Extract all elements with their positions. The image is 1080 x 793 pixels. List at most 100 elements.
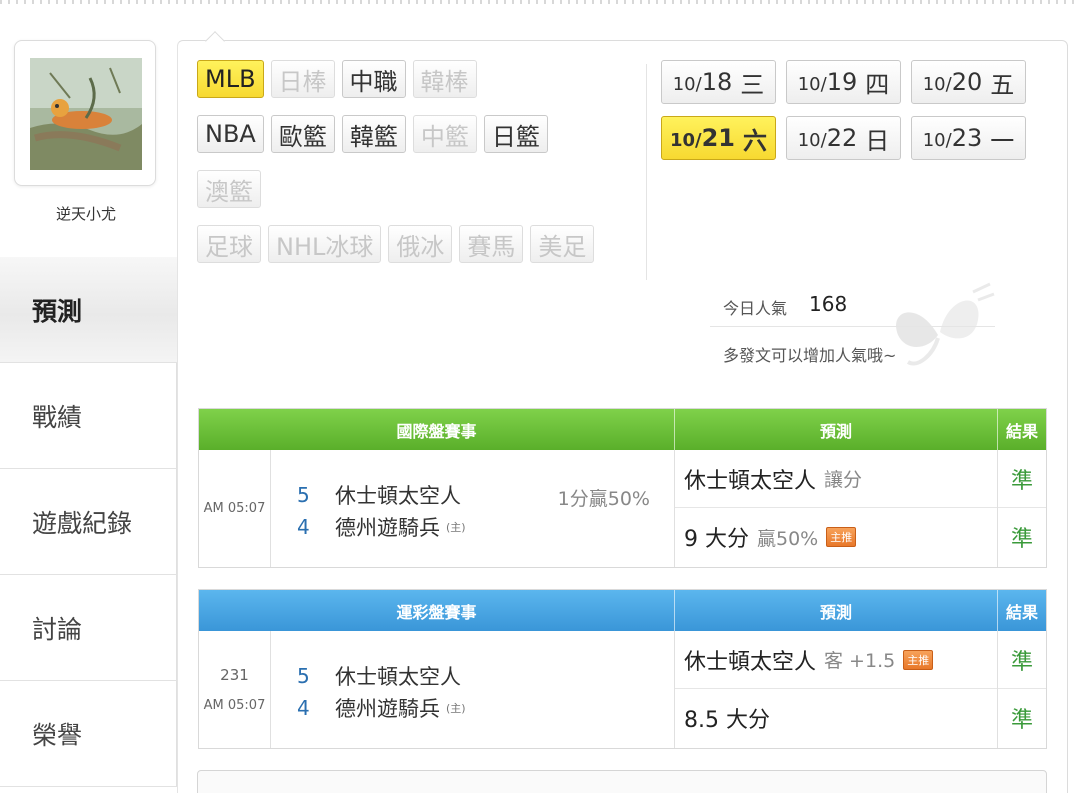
home-tag: (主) <box>446 702 466 715</box>
date-day: 22 <box>826 124 858 152</box>
popularity-value: 168 <box>809 292 848 316</box>
date-day: 18 <box>701 68 733 96</box>
popularity-divider <box>710 326 995 327</box>
featured-pick-badge: 主推 <box>903 649 934 670</box>
avatar[interactable] <box>14 40 156 186</box>
sidebar-item-record[interactable]: 戰績 <box>0 363 177 469</box>
league-china-basketball: 中籃 <box>412 115 477 153</box>
handicap-text: 1分贏50% <box>557 488 650 510</box>
date-weekday: 五 <box>990 70 1015 99</box>
league-nhl: NHL冰球 <box>268 225 382 263</box>
away-team[interactable]: 休士頓太空人 <box>335 480 461 510</box>
league-row-3: 澳籃 <box>197 170 647 210</box>
featured-pick-badge: 主推 <box>826 527 857 547</box>
league-mlb[interactable]: MLB <box>197 60 264 98</box>
away-team-line: 5 休士頓太空人 <box>297 480 461 510</box>
away-score: 5 <box>297 664 310 688</box>
home-team[interactable]: 德州遊騎兵 <box>335 512 440 542</box>
league-soccer: 足球 <box>197 225 261 263</box>
away-team[interactable]: 休士頓太空人 <box>335 661 461 691</box>
result-cell: 準 準 <box>998 631 1046 748</box>
prediction-main: 休士頓太空人 <box>684 468 817 494</box>
result-cell: 準 準 <box>998 450 1046 567</box>
date-weekday: 四 <box>865 70 890 99</box>
table-row: 231 AM 05:07 5 休士頓太空人 4 德州遊騎兵 (主) 休士頓太空人… <box>199 631 1046 748</box>
home-score: 4 <box>297 696 310 720</box>
date-button-1019[interactable]: 10/19 四 <box>786 60 901 104</box>
home-tag: (主) <box>446 521 466 534</box>
prediction-sub: 讓分 <box>824 469 863 491</box>
date-day: 23 <box>951 124 983 152</box>
league-kbo: 韓棒 <box>412 60 477 98</box>
date-row-1: 10/18 三 10/19 四 10/20 五 <box>661 60 1061 104</box>
date-month: 10/ <box>672 74 702 95</box>
result-value: 準 <box>1010 708 1033 733</box>
header-prediction: 預測 <box>675 590 998 631</box>
date-day: 20 <box>951 68 983 96</box>
home-team[interactable]: 德州遊騎兵 <box>335 693 440 723</box>
league-row-2: NBA 歐籃 韓籃 中籃 日籃 <box>197 115 647 155</box>
league-australia-basketball: 澳籃 <box>197 170 261 208</box>
sidebar-item-discussion[interactable]: 討論 <box>0 575 177 681</box>
date-selector: 10/18 三 10/19 四 10/20 五 10/21 六 10/22 日 … <box>661 60 1061 172</box>
filter-divider <box>646 64 647 280</box>
date-button-1021[interactable]: 10/21 六 <box>661 116 776 160</box>
header-prediction: 預測 <box>675 409 998 450</box>
prediction-item: 休士頓太空人 讓分 <box>675 450 997 508</box>
home-score: 4 <box>297 515 310 539</box>
date-month: 10/ <box>669 130 702 151</box>
sidebar-item-prediction[interactable]: 預測 <box>0 257 177 363</box>
league-row-4: 足球 NHL冰球 俄冰 賽馬 美足 <box>197 225 647 265</box>
prediction-item: 9 大分 贏50% 主推 <box>675 508 997 566</box>
league-euro-basketball[interactable]: 歐籃 <box>270 115 335 153</box>
home-team-line: 4 德州遊騎兵 (主) <box>297 512 466 542</box>
league-npb: 日棒 <box>270 60 335 98</box>
prediction-cell: 休士頓太空人 客 +1.5 主推 8.5 大分 <box>675 631 998 748</box>
date-button-1018[interactable]: 10/18 三 <box>661 60 776 104</box>
game-number: 231 <box>220 666 249 684</box>
result-value: 準 <box>998 450 1046 508</box>
prediction-item: 8.5 大分 <box>675 689 997 747</box>
header-result: 結果 <box>1005 602 1038 622</box>
header-game: 國際盤賽事 <box>199 409 675 450</box>
away-team-line: 5 休士頓太空人 <box>297 661 461 691</box>
teams-cell: 5 休士頓太空人 4 德州遊騎兵 (主) 1分贏50% <box>271 450 675 567</box>
date-weekday: 三 <box>740 70 765 99</box>
date-button-1023[interactable]: 10/23 一 <box>911 116 1026 160</box>
header-game: 運彩盤賽事 <box>199 590 675 631</box>
league-korea-basketball[interactable]: 韓籃 <box>341 115 406 153</box>
home-team-line: 4 德州遊騎兵 (主) <box>297 693 466 723</box>
result-value: 準 <box>998 631 1046 689</box>
date-day: 19 <box>826 68 858 96</box>
date-button-1020[interactable]: 10/20 五 <box>911 60 1026 104</box>
league-cpbl[interactable]: 中職 <box>341 60 406 98</box>
game-time-cell: 231 AM 05:07 <box>199 631 271 748</box>
date-month: 10/ <box>922 74 952 95</box>
league-japan-basketball[interactable]: 日籃 <box>483 115 548 153</box>
league-nba[interactable]: NBA <box>197 115 264 153</box>
date-month: 10/ <box>922 130 952 151</box>
international-odds-table: 國際盤賽事 預測 結果 AM 05:07 5 休士頓太空人 4 德州遊騎兵 (主… <box>198 408 1047 568</box>
date-day: 21 <box>701 124 736 152</box>
prediction-cell: 休士頓太空人 讓分 9 大分 贏50% 主推 <box>675 450 998 567</box>
date-month: 10/ <box>797 74 827 95</box>
date-row-2: 10/21 六 10/22 日 10/23 一 <box>661 116 1061 160</box>
popularity-hint: 多發文可以增加人氣哦~ <box>723 346 897 365</box>
user-name[interactable]: 逆天小尤 <box>0 203 172 224</box>
date-weekday: 六 <box>743 126 768 155</box>
top-dotted-border <box>0 0 1080 4</box>
league-filter: MLB 日棒 中職 韓棒 NBA 歐籃 韓籃 中籃 日籃 澳籃 足球 NHL冰球… <box>197 60 647 280</box>
result-value: 準 <box>1010 527 1033 552</box>
prediction-sub: 客 +1.5 <box>824 650 896 672</box>
table-header: 國際盤賽事 預測 結果 <box>199 409 1046 450</box>
table-row: AM 05:07 5 休士頓太空人 4 德州遊騎兵 (主) 1分贏50% 休士頓… <box>199 450 1046 567</box>
date-month: 10/ <box>797 130 827 151</box>
sidebar-item-game-log[interactable]: 遊戲紀錄 <box>0 469 177 575</box>
league-russia-hockey: 俄冰 <box>388 225 453 263</box>
prediction-main: 9 大分 <box>684 527 749 552</box>
popularity-label: 今日人氣 <box>723 299 788 318</box>
prediction-item: 休士頓太空人 客 +1.5 主推 <box>675 631 997 689</box>
game-time: AM 05:07 <box>203 501 266 516</box>
sidebar-item-honor[interactable]: 榮譽 <box>0 681 177 787</box>
date-button-1022[interactable]: 10/22 日 <box>786 116 901 160</box>
